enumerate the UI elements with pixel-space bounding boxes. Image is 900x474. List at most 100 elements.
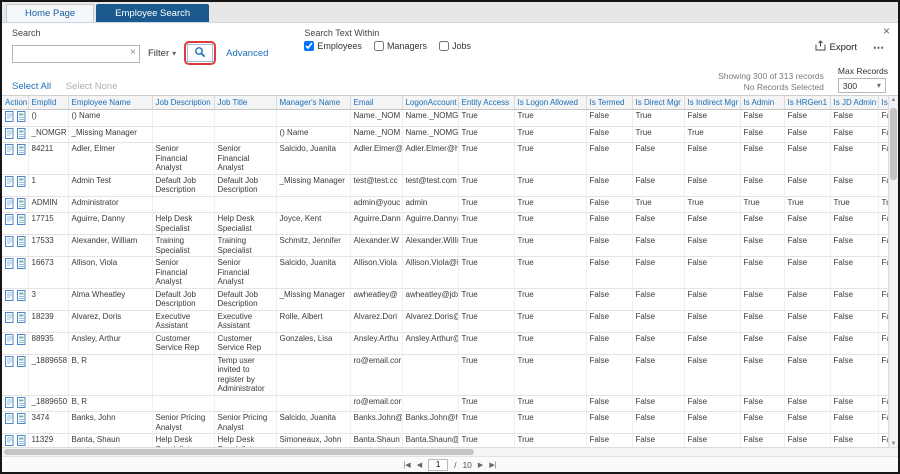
edit-record-icon[interactable] [5, 128, 15, 139]
column-header[interactable]: Employee Name [68, 96, 152, 110]
view-record-icon[interactable] [17, 334, 27, 345]
column-header[interactable]: Is JD Admin [830, 96, 878, 110]
cell-email: Alexander.W [350, 235, 402, 257]
view-record-icon[interactable] [17, 435, 27, 446]
vertical-scrollbar-thumb[interactable] [890, 108, 897, 180]
advanced-link[interactable]: Advanced [226, 48, 268, 59]
column-header[interactable]: Is Indirect Mgr [684, 96, 740, 110]
view-record-icon[interactable] [17, 236, 27, 247]
view-record-icon[interactable] [17, 312, 27, 323]
max-records-select[interactable]: 300 ▾ [838, 78, 886, 93]
tab-employee-search[interactable]: Employee Search [96, 4, 209, 22]
view-record-icon[interactable] [17, 128, 27, 139]
edit-record-icon[interactable] [5, 236, 15, 247]
export-button[interactable]: Export [815, 40, 857, 54]
cell-flag: True [514, 213, 586, 235]
edit-record-icon[interactable] [5, 312, 15, 323]
column-header[interactable]: Job Description [152, 96, 214, 110]
view-record-icon[interactable] [17, 413, 27, 424]
search-within-employees[interactable]: Employees [304, 41, 362, 51]
edit-record-icon[interactable] [5, 397, 15, 408]
view-record-icon[interactable] [17, 290, 27, 301]
cell-logon: awheatley@jdxpe [402, 288, 458, 310]
column-header[interactable]: EmplId [28, 96, 68, 110]
cell-flag: False [632, 213, 684, 235]
view-record-icon[interactable] [17, 397, 27, 408]
column-header[interactable]: Is Admin [740, 96, 784, 110]
close-icon[interactable]: × [883, 25, 890, 37]
column-header[interactable]: Is Logon Allowed [514, 96, 586, 110]
checkbox-employees[interactable] [304, 41, 314, 51]
column-header[interactable]: Is Direct Mgr [632, 96, 684, 110]
column-header[interactable]: Is HRGen1 [784, 96, 830, 110]
records-info: Showing 300 of 313 records No Records Se… [718, 71, 824, 93]
horizontal-scrollbar[interactable] [2, 447, 898, 456]
cell-logon: Allison.Viola@hrt [402, 257, 458, 289]
cell-logon: Ansley.Arthur@hr [402, 332, 458, 354]
edit-record-icon[interactable] [5, 111, 15, 122]
edit-record-icon[interactable] [5, 176, 15, 187]
edit-record-icon[interactable] [5, 413, 15, 424]
cell-job_desc [152, 354, 214, 395]
cell-logon: admin [402, 196, 458, 213]
cell-name: Aguirre, Danny [68, 213, 152, 235]
vertical-scrollbar[interactable]: ▲ ▼ [888, 96, 898, 447]
view-record-icon[interactable] [17, 214, 27, 225]
view-record-icon[interactable] [17, 144, 27, 155]
cell-emplid: ADMIN [28, 196, 68, 213]
cell-job_title [214, 196, 276, 213]
edit-record-icon[interactable] [5, 290, 15, 301]
column-header[interactable]: Manager's Name [276, 96, 350, 110]
last-page-button[interactable]: ▶| [489, 461, 496, 469]
edit-record-icon[interactable] [5, 435, 15, 446]
next-page-button[interactable]: ▶ [478, 461, 483, 469]
prev-page-button[interactable]: ◀ [417, 461, 422, 469]
edit-record-icon[interactable] [5, 198, 15, 209]
tab-home-page[interactable]: Home Page [6, 4, 94, 22]
cell-job_title [214, 126, 276, 143]
select-all-link[interactable]: Select All [12, 81, 51, 92]
edit-record-icon[interactable] [5, 144, 15, 155]
view-record-icon[interactable] [17, 198, 27, 209]
cell-flag: False [586, 213, 632, 235]
view-record-icon[interactable] [17, 356, 27, 367]
view-record-icon[interactable] [17, 258, 27, 269]
clear-search-icon[interactable]: × [130, 47, 136, 58]
column-header[interactable]: Action [2, 96, 28, 110]
cell-flag: True [514, 143, 586, 175]
table-row: 11329Banta, ShaunHelp Desk SpecialistHel… [2, 434, 898, 448]
column-header[interactable]: Entity Access [458, 96, 514, 110]
cell-emplid: 88935 [28, 332, 68, 354]
cell-flag: True [458, 174, 514, 196]
edit-record-icon[interactable] [5, 334, 15, 345]
cell-flag: False [830, 332, 878, 354]
horizontal-scrollbar-thumb[interactable] [4, 449, 474, 455]
checkbox-jobs[interactable] [439, 41, 449, 51]
first-page-button[interactable]: |◀ [403, 461, 410, 469]
search-button[interactable] [187, 44, 213, 62]
filter-dropdown[interactable]: Filter ▾ [148, 44, 176, 62]
search-within-jobs[interactable]: Jobs [439, 41, 471, 51]
content-area: × Search × Filter ▾ [2, 23, 898, 472]
cell-manager: Schmitz, Jennifer [276, 235, 350, 257]
cell-flag: False [632, 354, 684, 395]
column-header[interactable]: Is Termed [586, 96, 632, 110]
search-within-managers[interactable]: Managers [374, 41, 427, 51]
edit-record-icon[interactable] [5, 356, 15, 367]
edit-record-icon[interactable] [5, 258, 15, 269]
column-header[interactable]: Job Title [214, 96, 276, 110]
column-header[interactable]: Email [350, 96, 402, 110]
checkbox-managers[interactable] [374, 41, 384, 51]
view-record-icon[interactable] [17, 176, 27, 187]
cell-flag: False [632, 288, 684, 310]
view-record-icon[interactable] [17, 111, 27, 122]
cell-emplid: _1889658 [28, 354, 68, 395]
more-options-icon[interactable]: ⋯ [873, 41, 884, 54]
search-input[interactable] [12, 45, 140, 63]
cell-flag: False [740, 288, 784, 310]
cell-job_title: Help Desk Specialist [214, 213, 276, 235]
select-none-link[interactable]: Select None [66, 81, 118, 92]
page-number-input[interactable] [428, 459, 448, 471]
edit-record-icon[interactable] [5, 214, 15, 225]
column-header[interactable]: LogonAccount [402, 96, 458, 110]
